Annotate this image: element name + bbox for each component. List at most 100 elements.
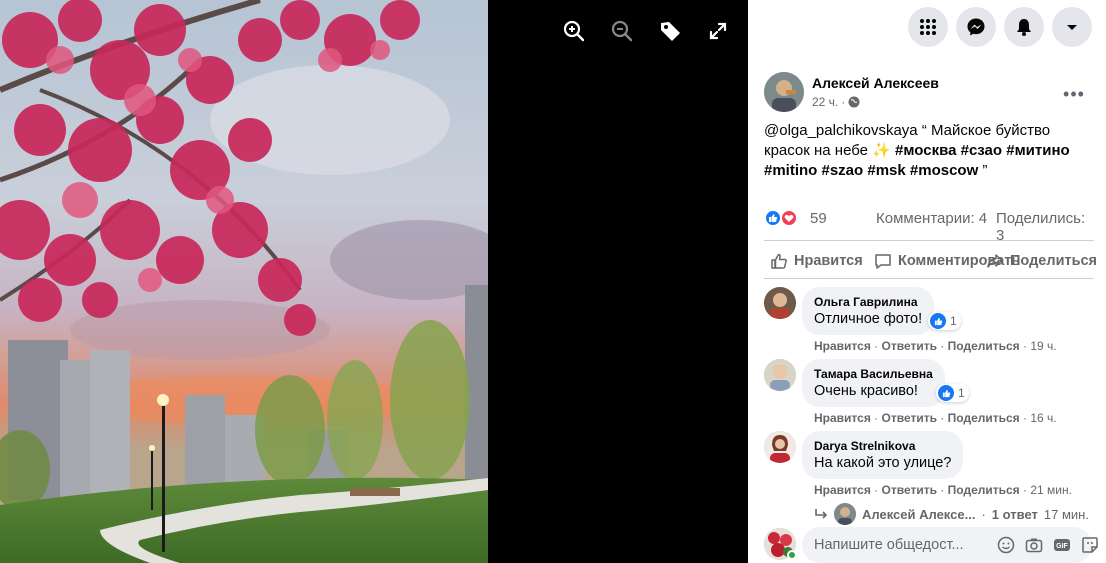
commenter-avatar[interactable] (764, 431, 796, 463)
divider (764, 240, 1094, 241)
comment-time[interactable]: 19 ч. (1030, 339, 1056, 353)
comment-actions: Нравится · Ответить · Поделиться · 21 ми… (814, 483, 1072, 497)
comment-like-link[interactable]: Нравится (814, 483, 871, 497)
share-icon (987, 254, 1003, 268)
sticker-icon[interactable] (1081, 536, 1099, 554)
emoji-icon[interactable] (997, 536, 1015, 554)
comment-actions: Нравится · Ответить · Поделиться · 19 ч. (814, 339, 1057, 353)
separator: · (1023, 411, 1028, 425)
comment-share-link[interactable]: Поделиться (948, 339, 1020, 353)
post-quote-end: ” (978, 162, 988, 179)
like-button-label: Нравится (794, 253, 863, 269)
author-avatar[interactable] (764, 72, 804, 112)
meta-separator: · (841, 95, 846, 109)
comment-actions: Нравится · Ответить · Поделиться · 16 ч. (814, 411, 1057, 425)
reply-thread-link[interactable]: Алексей Алексе... · 1 ответ 17 мин. (814, 503, 1089, 525)
comment-bubble: Тамара Васильевна Очень красиво! (802, 359, 945, 407)
comment-share-link[interactable]: Поделиться (948, 483, 1020, 497)
menu-grid-icon[interactable] (908, 7, 948, 47)
post-actions-bar: Нравится Комментировать Поделиться (764, 244, 1106, 278)
comment-like-number: 1 (958, 386, 965, 400)
mention-link[interactable]: @olga_palchikovskaya (764, 122, 918, 139)
comment-bubble: Ольга Гаврилина Отличное фото! (802, 287, 935, 335)
sparkle-emoji: ✨ (872, 142, 891, 159)
comment-like-count[interactable]: 1 (928, 312, 961, 330)
like-reaction-icon (938, 385, 954, 401)
comment-icon (875, 254, 891, 269)
tag-icon[interactable] (657, 18, 683, 44)
separator: · (940, 483, 945, 497)
reply-time: 17 мин. (1043, 506, 1089, 522)
like-button[interactable]: Нравится (770, 252, 863, 270)
comment-reply-link[interactable]: Ответить (882, 483, 937, 497)
comment-share-link[interactable]: Поделиться (948, 411, 1020, 425)
separator: · (981, 506, 986, 522)
comment-text: На какой это улице? (814, 455, 952, 471)
post-time[interactable]: 22 ч. (812, 95, 838, 109)
comment-like-link[interactable]: Нравится (814, 411, 871, 425)
commenter-name[interactable]: Тамара Васильевна (814, 367, 933, 381)
commenter-name[interactable]: Darya Strelnikova (814, 439, 951, 453)
comment-item: Ольга Гаврилина Отличное фото! 1 Нравитс… (764, 287, 1106, 357)
reaction-icons[interactable] (764, 209, 804, 229)
comment-item: Тамара Васильевна Очень красиво! 1 Нрави… (764, 359, 1106, 429)
separator: · (940, 411, 945, 425)
reply-author-name: Алексей Алексе... (862, 506, 976, 522)
post-text: @olga_palchikovskaya “ Майское буйство к… (764, 121, 1094, 181)
post-meta: 22 ч. · (812, 95, 860, 109)
love-reaction-icon (780, 209, 798, 227)
post-more-options[interactable]: ••• (1062, 82, 1086, 106)
svg-text:GIF: GIF (1056, 543, 1068, 550)
online-status-dot (787, 550, 797, 560)
top-bar (748, 0, 1106, 56)
account-caret-icon[interactable] (1052, 7, 1092, 47)
comment-composer: GIF (764, 527, 1106, 563)
comment-item: Darya Strelnikova На какой это улице? Нр… (764, 431, 1106, 501)
share-button[interactable]: Поделиться (986, 252, 1097, 270)
comment-bubble: Darya Strelnikova На какой это улице? (802, 431, 964, 479)
post-header: Алексей Алексеев 22 ч. · ••• (764, 72, 1094, 116)
public-globe-icon (848, 96, 860, 108)
gif-icon[interactable]: GIF (1053, 536, 1071, 554)
messenger-icon[interactable] (956, 7, 996, 47)
separator: · (1023, 483, 1028, 497)
like-reaction-icon (930, 313, 946, 329)
commenter-avatar[interactable] (764, 287, 796, 319)
commenter-avatar[interactable] (764, 359, 796, 391)
post-panel: Алексей Алексеев 22 ч. · ••• @olga_palch… (748, 0, 1106, 563)
post-author-name[interactable]: Алексей Алексеев (812, 75, 939, 91)
comment-like-count[interactable]: 1 (936, 384, 969, 402)
separator: · (874, 483, 879, 497)
reactions-row: 59 Комментарии: 4 Поделились: 3 (764, 208, 1094, 244)
notifications-bell-icon[interactable] (1004, 7, 1044, 47)
zoom-in-icon[interactable] (561, 18, 587, 44)
comment-text: Отличное фото! (814, 311, 923, 327)
reply-count: 1 ответ (991, 506, 1038, 522)
comment-input[interactable] (802, 527, 1092, 563)
comment-text: Очень красиво! (814, 383, 918, 399)
comment-time[interactable]: 16 ч. (1030, 411, 1056, 425)
comment-reply-link[interactable]: Ответить (882, 339, 937, 353)
shares-count[interactable]: Поделились: 3 (996, 210, 1094, 244)
reply-author-avatar (834, 503, 856, 525)
separator: · (874, 411, 879, 425)
divider (764, 278, 1094, 279)
share-button-label: Поделиться (1010, 253, 1098, 269)
like-reaction-icon (764, 209, 782, 227)
reply-arrow-icon (815, 509, 828, 519)
separator: · (940, 339, 945, 353)
like-icon (771, 253, 787, 269)
zoom-out-icon[interactable] (609, 18, 635, 44)
photo-viewer (0, 0, 748, 563)
post-photo[interactable] (0, 0, 488, 563)
camera-icon[interactable] (1025, 536, 1043, 554)
separator: · (874, 339, 879, 353)
commenter-name[interactable]: Ольга Гаврилина (814, 295, 922, 309)
comment-reply-link[interactable]: Ответить (882, 411, 937, 425)
reaction-count[interactable]: 59 (810, 210, 827, 227)
comment-time[interactable]: 21 мин. (1030, 483, 1072, 497)
fullscreen-icon[interactable] (705, 18, 731, 44)
comment-like-link[interactable]: Нравится (814, 339, 871, 353)
comment-like-number: 1 (950, 314, 957, 328)
comments-count[interactable]: Комментарии: 4 (876, 210, 987, 227)
